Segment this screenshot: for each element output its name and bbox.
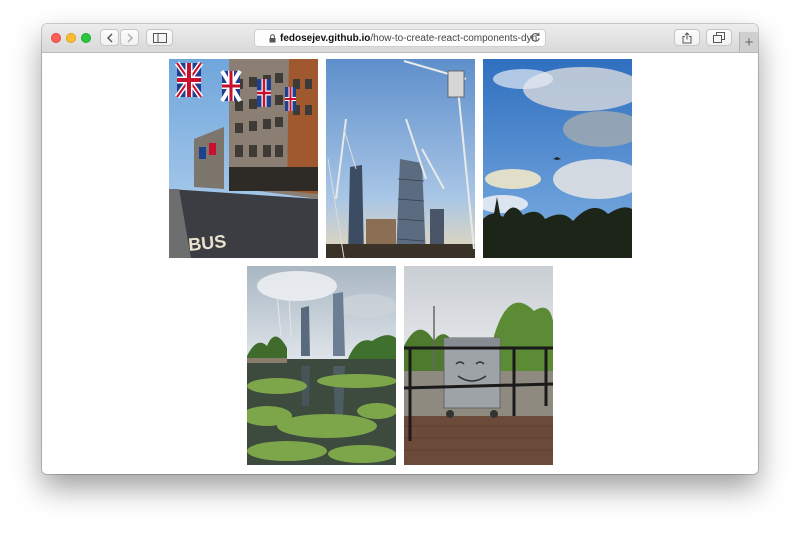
address-bar[interactable]: fedosejev.github.io/how-to-create-react-… [254,29,546,47]
zoom-window-button[interactable] [81,33,91,43]
container-face-image [404,266,553,465]
sky-trees-image [483,59,632,258]
photo-cranes-towers[interactable] [326,59,475,258]
show-tabs-button[interactable] [706,29,732,46]
url-host: fedosejev.github.io [280,32,371,44]
forward-button[interactable] [120,29,139,46]
screen: fedosejev.github.io/how-to-create-react-… [0,0,800,534]
close-window-button[interactable] [51,33,61,43]
chevron-right-icon [127,33,133,42]
page-content: BUS [42,53,758,474]
sidebar-icon [152,32,167,43]
photo-sky-trees[interactable] [483,59,632,258]
minimize-window-button[interactable] [66,33,76,43]
cranes-towers-image [326,59,475,258]
browser-window: fedosejev.github.io/how-to-create-react-… [42,24,758,474]
url-path: /how-to-create-react-components-dyn [370,32,538,44]
browser-toolbar: fedosejev.github.io/how-to-create-react-… [42,24,758,53]
chevron-left-icon [106,33,112,42]
canal-image [247,266,396,465]
photo-container-face[interactable] [404,266,553,465]
reload-icon[interactable] [530,32,541,43]
new-tab-button[interactable]: + [739,32,758,52]
share-button[interactable] [674,29,700,46]
street-flags-image: BUS [169,59,318,258]
photo-canal[interactable] [247,266,396,465]
tabs-icon [713,32,725,43]
share-icon [682,31,692,43]
photo-street-flags[interactable]: BUS [169,59,318,258]
lock-icon [269,33,276,43]
sidebar-button[interactable] [146,29,173,46]
svg-text:BUS: BUS [187,231,227,255]
back-button[interactable] [100,29,119,46]
